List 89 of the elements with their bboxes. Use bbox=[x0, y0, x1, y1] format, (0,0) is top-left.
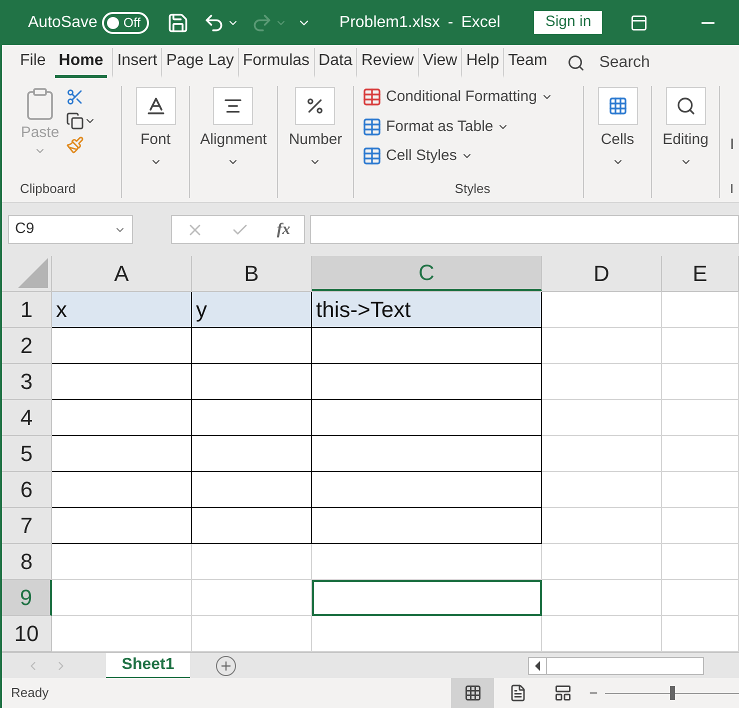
table-icon bbox=[362, 146, 382, 166]
row-header[interactable]: 9 bbox=[2, 580, 52, 616]
percent-icon bbox=[305, 96, 326, 116]
cut-icon[interactable] bbox=[66, 88, 84, 106]
ribbon-tab[interactable]: Team bbox=[503, 48, 552, 78]
window-title: Problem1.xlsx - Excel bbox=[339, 12, 500, 32]
row-header[interactable]: 10 bbox=[2, 616, 52, 652]
ribbon-tab[interactable]: Data bbox=[314, 48, 356, 78]
table-cell[interactable]: x bbox=[52, 292, 192, 328]
row-header[interactable]: 5 bbox=[2, 436, 52, 472]
column-header[interactable]: A bbox=[52, 256, 192, 291]
zoom-slider[interactable] bbox=[605, 686, 739, 700]
name-box[interactable]: C9 bbox=[8, 215, 133, 244]
group-label: I bbox=[730, 180, 734, 198]
table-cell[interactable] bbox=[312, 328, 542, 364]
ribbon-tab[interactable]: Review bbox=[356, 48, 418, 78]
column-header[interactable]: C bbox=[312, 256, 542, 291]
copy-icon[interactable] bbox=[66, 112, 84, 130]
row-header[interactable]: 4 bbox=[2, 400, 52, 436]
ribbon-display-icon[interactable] bbox=[630, 14, 648, 32]
ribbon-tab[interactable]: Formulas bbox=[238, 48, 314, 78]
table-cell[interactable] bbox=[312, 436, 542, 472]
formula-input[interactable] bbox=[310, 215, 739, 244]
table-cell[interactable] bbox=[192, 400, 312, 436]
table-cell[interactable] bbox=[192, 364, 312, 400]
row-header[interactable]: 2 bbox=[2, 328, 52, 364]
table-cell[interactable] bbox=[192, 472, 312, 508]
table-cell[interactable] bbox=[52, 472, 192, 508]
table-cell[interactable] bbox=[52, 508, 192, 544]
sheet-tab[interactable]: Sheet1 bbox=[106, 652, 190, 678]
editing-button[interactable]: Editing bbox=[662, 87, 708, 168]
redo-icon[interactable] bbox=[251, 12, 274, 34]
table-icon bbox=[362, 87, 382, 108]
row-header[interactable]: 6 bbox=[2, 472, 52, 508]
table-cell[interactable]: y bbox=[192, 292, 312, 328]
table-cell[interactable] bbox=[52, 364, 192, 400]
grid-icon bbox=[464, 684, 482, 702]
alignment-button[interactable]: Alignment bbox=[200, 87, 267, 168]
row-header[interactable]: 3 bbox=[2, 364, 52, 400]
column-header[interactable]: D bbox=[542, 256, 662, 291]
ribbon-tab[interactable]: Help bbox=[461, 48, 504, 78]
add-sheet-icon[interactable] bbox=[216, 656, 236, 676]
table-cell[interactable] bbox=[312, 580, 542, 616]
status-text: Ready bbox=[11, 684, 49, 702]
autosave-toggle[interactable]: Off bbox=[102, 12, 150, 34]
autosave-label: AutoSave bbox=[28, 12, 98, 32]
page-break-icon bbox=[554, 684, 572, 702]
ribbon-tab[interactable]: Insert bbox=[112, 48, 162, 78]
font-button[interactable]: Font bbox=[136, 87, 176, 168]
column-header[interactable]: E bbox=[662, 256, 739, 291]
styles-menu-button[interactable]: Format as Table bbox=[362, 116, 583, 138]
search-icon bbox=[676, 96, 696, 116]
table-cell[interactable]: this->Text bbox=[312, 292, 542, 328]
table-cell[interactable] bbox=[52, 328, 192, 364]
cells-button[interactable]: Cells bbox=[598, 87, 638, 168]
normal-view-button[interactable] bbox=[450, 678, 494, 708]
plus-icon bbox=[219, 658, 233, 672]
group-label: Styles bbox=[454, 180, 490, 198]
format-painter-icon[interactable] bbox=[66, 136, 84, 154]
ribbon-tab[interactable]: Page Lay bbox=[161, 48, 238, 78]
styles-menu-button[interactable]: Cell Styles bbox=[362, 145, 583, 168]
page-icon bbox=[509, 684, 528, 702]
save-icon[interactable] bbox=[167, 12, 190, 34]
table-cell[interactable] bbox=[52, 436, 192, 472]
group-label: Clipboard bbox=[20, 180, 76, 198]
ribbon-label: I bbox=[730, 135, 734, 155]
table-icon bbox=[362, 116, 382, 137]
table-cell[interactable] bbox=[312, 400, 542, 436]
row-header[interactable]: 1 bbox=[2, 292, 52, 328]
table-cell[interactable] bbox=[192, 508, 312, 544]
slider-thumb[interactable] bbox=[670, 686, 675, 700]
function-icon[interactable]: fx bbox=[276, 218, 290, 242]
grid-icon bbox=[608, 96, 628, 116]
sign-in-button[interactable]: Sign in bbox=[534, 11, 602, 34]
row-header[interactable]: 8 bbox=[2, 544, 52, 580]
table-cell[interactable] bbox=[312, 364, 542, 400]
number-button[interactable]: Number bbox=[288, 87, 342, 168]
horizontal-scrollbar[interactable] bbox=[528, 656, 704, 674]
table-cell[interactable] bbox=[192, 436, 312, 472]
table-cell[interactable] bbox=[192, 328, 312, 364]
search-button[interactable]: Search bbox=[567, 50, 650, 74]
ribbon-tab[interactable]: View bbox=[418, 48, 462, 78]
table-cell[interactable] bbox=[312, 472, 542, 508]
table-cell[interactable] bbox=[52, 400, 192, 436]
search-icon bbox=[567, 54, 586, 72]
styles-menu-button[interactable]: Conditional Formatting bbox=[362, 86, 583, 108]
row-header[interactable]: 7 bbox=[2, 508, 52, 544]
ribbon-tab[interactable]: File bbox=[16, 48, 50, 78]
table-cell[interactable] bbox=[312, 508, 542, 544]
